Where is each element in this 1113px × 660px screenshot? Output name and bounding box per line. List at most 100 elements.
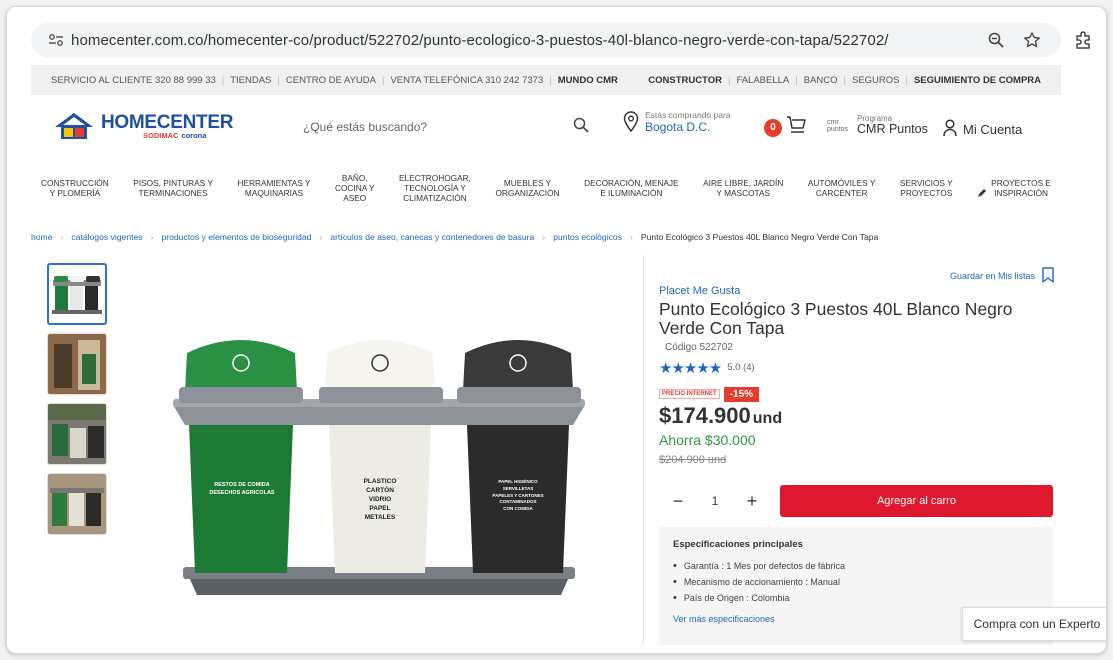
- cart-button[interactable]: 0: [764, 115, 807, 140]
- zoom-icon[interactable]: [987, 31, 1005, 54]
- spec-item: Garantía : 1 Mes por defectos de fábrica: [673, 560, 1039, 572]
- category-servicios[interactable]: SERVICIOS Y PROYECTOS: [900, 178, 953, 199]
- util-mundo-cmr[interactable]: MUNDO CMR: [558, 75, 618, 86]
- thumbnail-1[interactable]: [47, 263, 107, 325]
- discount-badge: -15%: [723, 386, 760, 402]
- logo-text: HOMECENTER: [101, 111, 234, 133]
- save-list-label: Guardar en Mis listas: [949, 271, 1035, 281]
- util-phone-sales[interactable]: VENTA TELEFÓNICA 310 242 7373: [390, 75, 543, 86]
- util-seguros[interactable]: SEGUROS: [852, 75, 900, 86]
- search-icon[interactable]: [573, 117, 589, 138]
- cart-icon: [785, 115, 807, 140]
- chevron-right-icon: ›: [150, 232, 154, 242]
- product-info: Guardar en Mis listas Placet Me Gusta Pu…: [659, 267, 1059, 466]
- category-bano-cocina[interactable]: BAÑO, COCINA Y ASEO: [335, 173, 375, 204]
- address-bar[interactable]: homecenter.com.co/homecenter-co/product/…: [31, 23, 1061, 57]
- logo-sodimac: SODIMAC: [143, 130, 179, 140]
- old-price: $204.900 und: [659, 453, 727, 466]
- site-header: HOMECENTER SODIMAC corona ¿Qué estás bus…: [31, 99, 1061, 157]
- price-unit: und: [752, 409, 783, 427]
- increase-quantity-button[interactable]: +: [743, 492, 761, 510]
- category-automoviles[interactable]: AUTOMÓVILES Y CARCENTER: [808, 178, 875, 199]
- util-order-tracking[interactable]: SEGUIMIENTO DE COMPRA: [914, 75, 1041, 86]
- bookmark-icon: [1041, 267, 1055, 285]
- breadcrumb: home › catálogos vigentes › productos y …: [31, 225, 1061, 249]
- category-herramientas[interactable]: HERRAMIENTAS Y MAQUINARIAS: [237, 178, 310, 199]
- location-pin-icon: [623, 111, 639, 138]
- category-muebles[interactable]: MUEBLES Y ORGANIZACIÓN: [495, 178, 559, 199]
- category-proyectos-label: PROYECTOS E INSPIRACIÓN: [991, 178, 1051, 198]
- utility-links-right: CONSTRUCTOR | FALABELLA | BANCO | SEGUROS | …: [648, 74, 1041, 86]
- logo-corona: corona: [181, 130, 207, 140]
- logo-subtext: SODIMAC corona: [143, 132, 233, 140]
- black-bin-label: PAPEL HIGIÉNICO SERVILLETAS PAPELES Y CA…: [492, 479, 544, 511]
- account-menu[interactable]: Mi Cuenta: [943, 119, 1022, 140]
- utility-links-left: SERVICIO AL CLIENTE 320 88 999 33 | TIEND…: [51, 74, 618, 86]
- search-input[interactable]: ¿Qué estás buscando?: [303, 120, 427, 134]
- breadcrumb-aseo[interactable]: artículos de aseo, canecas y contenedore…: [330, 232, 534, 242]
- bookmark-star-icon[interactable]: [1023, 31, 1041, 54]
- thumbnail-4[interactable]: [47, 473, 107, 535]
- category-electrohogar[interactable]: ELECTROHOGAR, TECNOLOGÍA Y CLIMATIZACIÓN: [399, 173, 471, 204]
- url-text: homecenter.com.co/homecenter-co/product/…: [71, 31, 889, 49]
- cmr-points-label: CMR Puntos: [857, 122, 928, 137]
- chevron-right-icon: ›: [319, 232, 323, 242]
- category-construccion[interactable]: CONSTRUCCIÓN Y PLOMERÍA: [41, 178, 109, 199]
- quantity-stepper: − 1 +: [659, 485, 771, 517]
- util-constructor[interactable]: CONSTRUCTOR: [648, 75, 722, 86]
- price-amount: $174.900: [659, 402, 751, 428]
- location-selector[interactable]: Estás comprando para Bogota D.C.: [623, 110, 731, 138]
- cmr-points-icon: cmr puntos: [827, 118, 849, 133]
- user-icon: [943, 119, 957, 140]
- specs-title: Especificaciones principales: [673, 539, 803, 550]
- category-nav: CONSTRUCCIÓN Y PLOMERÍA PISOS, PINTURAS …: [31, 165, 1061, 213]
- decrease-quantity-button[interactable]: −: [669, 492, 687, 510]
- product-code: Código 522702: [665, 341, 733, 353]
- breadcrumb-puntos-ecologicos[interactable]: puntos ecológicos: [553, 232, 622, 242]
- util-falabella[interactable]: FALABELLA: [736, 75, 789, 86]
- promo-row: PRECIO INTERNET -15%: [659, 386, 1059, 402]
- chevron-right-icon: ›: [60, 232, 64, 242]
- breadcrumb-home[interactable]: home: [31, 232, 53, 242]
- thumbnail-gallery: [47, 263, 109, 543]
- add-to-cart-button[interactable]: Agregar al carro: [780, 485, 1053, 517]
- utility-bar: SERVICIO AL CLIENTE 320 88 999 33 | TIEND…: [31, 65, 1061, 95]
- category-decoracion[interactable]: DECORACIÓN, MENAJE E ILUMINACIÓN: [584, 178, 679, 199]
- spec-item: Mecanismo de accionamiento : Manual: [673, 576, 1039, 588]
- util-stores[interactable]: TIENDAS: [230, 75, 271, 86]
- util-help-center[interactable]: CENTRO DE AYUDA: [286, 75, 376, 86]
- breadcrumb-bioseguridad[interactable]: productos y elementos de bioseguridad: [161, 232, 311, 242]
- spec-item: País de Origen : Colombia: [673, 592, 1039, 604]
- internet-price-badge: PRECIO INTERNET: [659, 389, 720, 400]
- breadcrumb-catalogos[interactable]: catálogos vigentes: [71, 232, 142, 242]
- thumbnail-2[interactable]: [47, 333, 107, 395]
- product-title: Punto Ecológico 3 Puestos 40L Blanco Neg…: [659, 299, 1013, 338]
- green-bin-label: RESTOS DE COMIDA DESECHOS AGRICOLAS: [209, 482, 275, 497]
- savings-text: Ahorra $30.000: [659, 431, 756, 448]
- rating-stars-icon: ★★★★★: [659, 359, 722, 377]
- thumbnail-3[interactable]: [47, 403, 107, 465]
- search-box[interactable]: ¿Qué estás buscando?: [277, 110, 603, 144]
- white-bin-label: PLASTICO CARTÓN VIDRIO PAPEL METALES: [363, 478, 397, 522]
- category-proyectos[interactable]: PROYECTOS E INSPIRACIÓN: [977, 178, 1051, 201]
- buy-with-expert-button[interactable]: Compra con un Experto: [962, 607, 1106, 641]
- homecenter-logo[interactable]: HOMECENTER SODIMAC corona: [53, 111, 233, 141]
- extensions-icon[interactable]: [1074, 30, 1092, 55]
- product-rating[interactable]: ★★★★★ 5.0 (4): [659, 359, 1059, 377]
- browser-chrome: homecenter.com.co/homecenter-co/product/…: [7, 7, 1106, 65]
- save-to-list-button[interactable]: Guardar en Mis listas: [950, 267, 1055, 285]
- quantity-value[interactable]: 1: [712, 494, 719, 508]
- location-city[interactable]: Bogota D.C.: [645, 120, 731, 135]
- pencil-icon: [977, 178, 987, 201]
- account-label: Mi Cuenta: [963, 122, 1023, 137]
- cmr-points[interactable]: cmr puntos Programa CMR Puntos: [827, 114, 928, 137]
- product-brand[interactable]: Placet Me Gusta: [659, 285, 1059, 297]
- site-settings-icon[interactable]: [41, 33, 71, 47]
- browser-window: homecenter.com.co/homecenter-co/product/…: [6, 6, 1107, 654]
- category-pisos[interactable]: PISOS, PINTURAS Y TERMINACIONES: [133, 178, 213, 199]
- category-aire-libre[interactable]: AIRE LIBRE, JARDÍN Y MASCOTAS: [703, 178, 783, 199]
- price: $174.900 und: [659, 403, 1059, 429]
- product-main-image[interactable]: RESTOS DE COMIDA DESECHOS AGRICOLAS PLAS…: [169, 329, 589, 615]
- util-banco[interactable]: BANCO: [804, 75, 838, 86]
- util-customer-service[interactable]: SERVICIO AL CLIENTE 320 88 999 33: [51, 75, 216, 86]
